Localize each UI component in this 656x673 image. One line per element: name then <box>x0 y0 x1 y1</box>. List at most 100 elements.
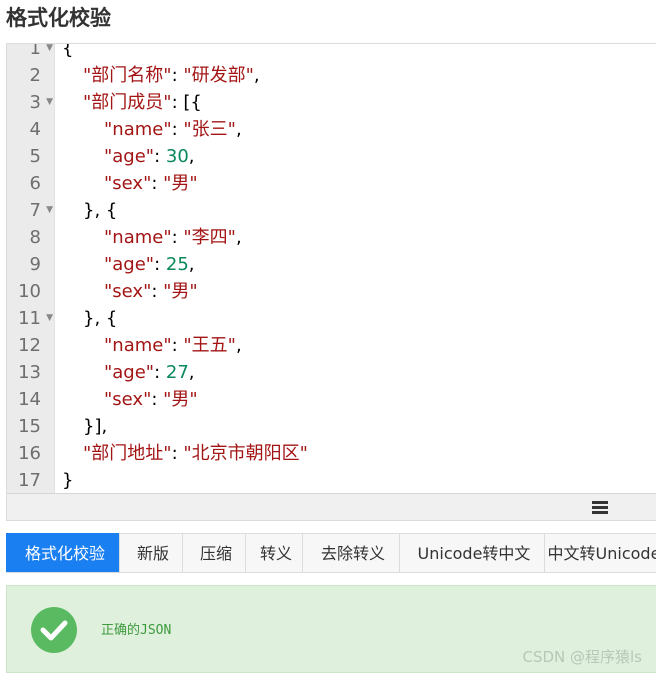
json-token: "sex" <box>104 173 152 194</box>
json-punct: : <box>151 389 164 410</box>
line-number-text: 11 <box>18 308 41 329</box>
tool-tabs: 格式化校验 新版 压缩 转义 去除转义 Unicode转中文 中文转Unicode <box>6 533 656 573</box>
json-punct: : <box>171 335 184 356</box>
hamburger-menu-icon[interactable] <box>592 501 608 515</box>
line-number-text: 17 <box>18 470 41 491</box>
line-number: 7 ▼ <box>7 197 54 224</box>
code-line: }], <box>55 413 656 440</box>
line-number-text: 6 <box>29 173 41 194</box>
tab-0[interactable]: 格式化校验 <box>6 533 124 572</box>
page-title: 格式化校验 <box>6 6 111 30</box>
line-number-text: 7 <box>29 200 41 221</box>
json-punct: }], <box>83 416 108 437</box>
result-message: 正确的JSON <box>101 623 172 638</box>
code-area[interactable]: {"部门名称": "研发部", "部门成员": [{"name": "张三", "a… <box>55 44 656 494</box>
code-line: "sex": "男" <box>55 170 656 197</box>
json-punct: "研发部" <box>183 65 254 86</box>
json-punct: "王五" <box>183 335 236 356</box>
line-number: 9 <box>7 251 54 278</box>
json-punct: : <box>171 119 184 140</box>
line-number: 17 <box>7 467 54 494</box>
watermark: CSDN @程序猿ls <box>522 648 642 666</box>
line-number-text: 2 <box>29 65 41 86</box>
line-number-text: 10 <box>18 281 41 302</box>
line-number-text: 5 <box>29 146 41 167</box>
json-number: 27 <box>165 362 189 383</box>
json-number: 30 <box>165 146 189 167</box>
code-line: "sex": "男" <box>55 278 656 305</box>
line-number: 10 <box>7 278 54 305</box>
line-number: 16 <box>7 440 54 467</box>
line-number-text: 4 <box>29 119 41 140</box>
json-punct: "男" <box>163 389 198 410</box>
code-line: "部门成员": [{ <box>55 89 656 116</box>
json-punct: "张三" <box>183 119 236 140</box>
line-number: 13 <box>7 359 54 386</box>
tab-4[interactable]: 去除转义 <box>302 533 404 572</box>
code-line: "部门地址": "北京市朝阳区" <box>55 440 656 467</box>
tab-5[interactable]: Unicode转中文 <box>399 533 549 572</box>
fold-arrow-icon[interactable]: ▼ <box>46 89 53 116</box>
json-punct: , <box>188 146 195 167</box>
json-punct: "北京市朝阳区" <box>183 443 308 464</box>
line-number-gutter: 1 ▼ 2 3 ▼ 4 5 6 7 ▼ 8 9 10 11 ▼ 12 13 14 15 16 17 <box>7 44 55 494</box>
line-number-text: 14 <box>18 389 41 410</box>
line-number: 8 <box>7 224 54 251</box>
line-number: 6 <box>7 170 54 197</box>
json-punct: "男" <box>163 281 198 302</box>
code-line: { <box>55 44 656 62</box>
json-punct: }, { <box>83 308 118 329</box>
line-number: 4 <box>7 116 54 143</box>
json-punct: , <box>235 227 242 248</box>
code-line: "age": 30, <box>55 143 656 170</box>
line-number-text: 15 <box>18 416 41 437</box>
code-line: }, { <box>55 305 656 332</box>
json-token: "sex" <box>104 281 152 302</box>
line-number: 11 ▼ <box>7 305 54 332</box>
line-number: 2 <box>7 62 54 89</box>
code-line: }, { <box>55 197 656 224</box>
fold-arrow-icon[interactable]: ▼ <box>46 44 53 62</box>
json-punct: : <box>151 281 164 302</box>
line-number: 14 <box>7 386 54 413</box>
line-number: 3 ▼ <box>7 89 54 116</box>
json-editor[interactable]: 1 ▼ 2 3 ▼ 4 5 6 7 ▼ 8 9 10 11 ▼ 12 13 14 15 16 17 {"部门名称": "… <box>6 43 656 521</box>
json-token: "sex" <box>104 389 152 410</box>
line-number: 1 ▼ <box>7 44 54 62</box>
line-number-text: 9 <box>29 254 41 275</box>
json-punct: "男" <box>163 173 198 194</box>
tab-6[interactable]: 中文转Unicode <box>544 533 656 572</box>
code-line: "age": 27, <box>55 359 656 386</box>
json-punct: : <box>154 254 166 275</box>
code-line: "name": "张三", <box>55 116 656 143</box>
tab-3[interactable]: 转义 <box>245 533 307 572</box>
json-token: "部门地址" <box>83 443 172 464</box>
line-number-text: 12 <box>18 335 41 356</box>
line-number-text: 8 <box>29 227 41 248</box>
json-token: "age" <box>104 146 155 167</box>
tab-2[interactable]: 压缩 <box>182 533 250 572</box>
validation-result: 正确的JSON CSDN @程序猿ls <box>6 585 656 673</box>
json-token: "部门名称" <box>83 65 172 86</box>
line-number-text: 1 <box>29 44 41 59</box>
json-token: "name" <box>104 227 172 248</box>
json-punct: , <box>188 254 195 275</box>
json-punct: } <box>62 470 74 491</box>
line-number-text: 16 <box>18 443 41 464</box>
line-number-text: 3 <box>29 92 41 113</box>
json-punct: , <box>253 65 260 86</box>
json-punct: : <box>154 362 166 383</box>
code-line: "age": 25, <box>55 251 656 278</box>
tab-1[interactable]: 新版 <box>119 533 187 572</box>
json-punct: , <box>235 119 242 140</box>
json-punct: : <box>171 65 184 86</box>
check-circle-icon <box>31 607 77 653</box>
json-token: "age" <box>104 362 155 383</box>
editor-status-bar <box>7 493 656 520</box>
line-number-text: 13 <box>18 362 41 383</box>
fold-arrow-icon[interactable]: ▼ <box>46 305 53 332</box>
json-token: "部门成员" <box>83 92 172 113</box>
fold-arrow-icon[interactable]: ▼ <box>46 197 53 224</box>
line-number: 15 <box>7 413 54 440</box>
json-punct: }, { <box>83 200 118 221</box>
